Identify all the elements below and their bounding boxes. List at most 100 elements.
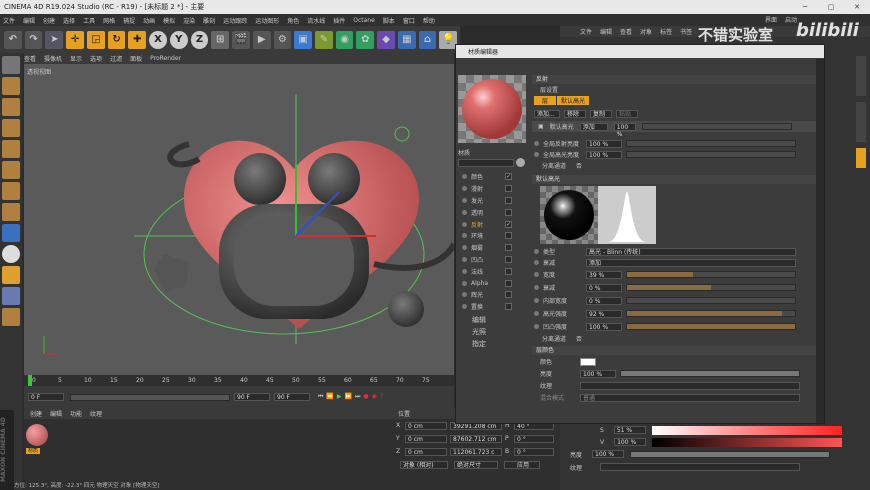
lock-icon[interactable] (2, 266, 20, 284)
paste-layer-button[interactable]: 粘贴 (616, 109, 638, 118)
record-icon[interactable]: ● (363, 393, 368, 401)
position-field[interactable]: 0 cm (405, 447, 447, 456)
edges-mode-icon[interactable] (2, 161, 20, 179)
layer-percent-slider[interactable] (641, 123, 792, 130)
deformer-icon[interactable]: ◆ (377, 30, 395, 49)
channel-checkbox[interactable] (505, 267, 512, 275)
coord-system-icon[interactable]: ⊞ (211, 30, 230, 49)
channel-item[interactable]: 辉光 (458, 289, 526, 301)
global-refl-slider[interactable] (626, 140, 796, 147)
material-preview[interactable] (458, 75, 526, 143)
viewport[interactable]: 透视视图 (24, 64, 457, 375)
material-menu-item[interactable]: 纹理 (90, 409, 102, 418)
material-menu-item[interactable]: 功能 (70, 409, 82, 418)
size-field[interactable]: 112061.723 c (450, 447, 502, 456)
channel-checkbox[interactable] (505, 291, 512, 299)
end-frame-field[interactable]: 90 F (234, 393, 270, 401)
menu-item[interactable]: 角色 (287, 16, 299, 25)
prev-key-icon[interactable]: ⏪ (326, 393, 333, 401)
viewport-menu-item[interactable]: ProRender (150, 55, 181, 62)
z-axis-icon[interactable]: Z (190, 30, 209, 49)
minimize-button[interactable]: ─ (792, 0, 818, 14)
channel-extra-item[interactable]: 指定 (472, 339, 522, 351)
attr-menu-item[interactable]: 标签 (660, 27, 672, 36)
channel-checkbox[interactable]: ✓ (505, 173, 512, 181)
channel-checkbox[interactable] (505, 244, 512, 252)
menu-item[interactable]: 文件 (3, 16, 15, 25)
rotation-field[interactable]: 0 ° (514, 447, 554, 456)
spec-param-slider[interactable] (626, 297, 796, 304)
spec-param-field[interactable]: 0 % (586, 283, 622, 292)
generator-icon[interactable]: ✿ (356, 30, 375, 49)
render-settings-icon[interactable]: ⚙ (273, 30, 292, 49)
sep-pass-value[interactable]: 否 (576, 161, 582, 170)
channel-item[interactable]: 凹凸 (458, 254, 526, 266)
mix-mode-select[interactable]: 普通 (580, 393, 800, 402)
viewport-menu-item[interactable]: 选项 (90, 54, 102, 63)
side-tab-1[interactable] (856, 56, 866, 96)
v-field[interactable]: 100 % (614, 438, 647, 446)
timeline-ruler[interactable]: 0 5 10 15 20 25 30 35 40 45 50 55 60 65 70 75 (24, 375, 454, 386)
spec-param-slider[interactable] (626, 284, 796, 291)
add-layer-button[interactable]: 添加... (534, 109, 560, 118)
channel-item[interactable]: 反射 ✓ (458, 218, 526, 230)
channel-item[interactable]: 置换 (458, 301, 526, 313)
maximize-button[interactable]: ▢ (818, 0, 844, 14)
menu-item[interactable]: 雕刻 (203, 16, 215, 25)
v-gradient[interactable] (652, 437, 843, 447)
attr-menu-item[interactable]: 对象 (640, 27, 652, 36)
layer-bright-field[interactable]: 100 % (580, 369, 616, 378)
channel-item[interactable]: Alpha (458, 277, 526, 289)
pen-icon[interactable]: ✎ (315, 30, 333, 49)
spec-param-field[interactable]: 0 % (586, 296, 622, 305)
channel-extra-item[interactable]: 编辑 (472, 315, 522, 327)
spec-param-slider[interactable] (626, 271, 796, 278)
spec-param-field[interactable]: 39 % (586, 270, 622, 279)
param-dot-icon[interactable] (534, 272, 539, 277)
menu-item[interactable]: 插件 (333, 16, 345, 25)
menu-item[interactable]: 捕捉 (123, 16, 135, 25)
layer-color-swatch[interactable] (580, 357, 596, 366)
material-menu-item[interactable]: 创建 (30, 409, 42, 418)
play-icon[interactable]: ▶ (337, 393, 342, 401)
coord-mode-select[interactable]: 对象 (相对) (400, 461, 448, 469)
viewport-menu-item[interactable]: 显示 (70, 54, 82, 63)
render-icon[interactable]: ▶ (252, 30, 271, 49)
spec-param-slider[interactable] (626, 323, 796, 330)
spec-param-slider[interactable] (626, 310, 796, 317)
param-dot-icon[interactable] (534, 298, 539, 303)
menu-item[interactable]: 网格 (103, 16, 115, 25)
viewport-menu-item[interactable]: 面板 (130, 54, 142, 63)
spec-param-field[interactable]: 100 % (586, 322, 622, 331)
close-button[interactable]: ✕ (844, 0, 870, 14)
cube-icon[interactable]: ▣ (294, 30, 313, 49)
material-editor-titlebar[interactable]: 材质编辑器 (456, 45, 824, 58)
menu-item[interactable]: Octane (353, 17, 375, 24)
size-mode-select[interactable]: 绝对尺寸 (454, 461, 498, 469)
apply-button[interactable]: 应用 (504, 461, 540, 469)
points-mode-icon[interactable] (2, 140, 20, 158)
layer-percent-field[interactable]: 100 % (613, 122, 636, 138)
frame-range-slider[interactable] (70, 393, 230, 401)
layer-row[interactable]: ▣ 默认高光 添加 100 % (532, 121, 816, 138)
rotate-icon[interactable]: ↻ (107, 30, 126, 49)
attr-menu-item[interactable]: 书签 (680, 27, 692, 36)
menu-item[interactable]: 流水线 (307, 16, 325, 25)
max-frame-field[interactable]: 90 F (274, 393, 310, 401)
select-icon[interactable]: ➤ (45, 30, 64, 49)
autokey-icon[interactable]: ◉ (372, 393, 377, 401)
picker-icon[interactable] (516, 158, 525, 167)
menu-item[interactable]: 创建 (43, 16, 55, 25)
last-frame-icon[interactable]: ⏭ (355, 393, 360, 401)
sculpt-icon[interactable] (2, 308, 20, 326)
material-menu-item[interactable]: 编辑 (50, 409, 62, 418)
x-axis-icon[interactable]: X (149, 30, 167, 49)
crystal-object[interactable] (154, 254, 189, 292)
channel-checkbox[interactable] (505, 196, 512, 204)
position-field[interactable]: 0 cm (405, 434, 447, 443)
rotation-field[interactable]: 0 ° (514, 434, 554, 443)
channel-checkbox[interactable] (505, 208, 512, 216)
copy-layer-button[interactable]: 复制 (590, 109, 612, 118)
texture-mode-icon[interactable] (2, 98, 20, 116)
editor-scrollbar[interactable] (816, 59, 824, 423)
